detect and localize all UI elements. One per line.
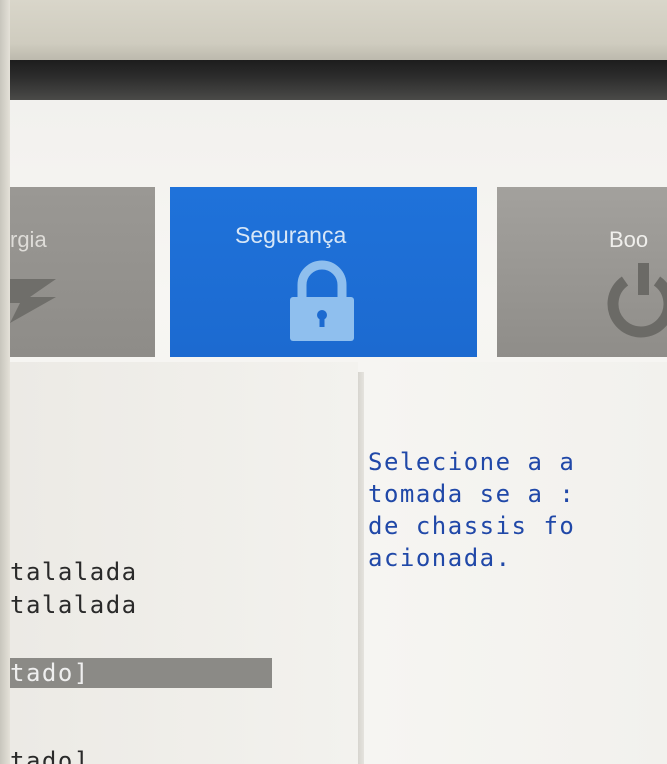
bios-screen: rgia Segurança Boo talalada talalada tad… — [10, 100, 667, 764]
help-text-line: tomada se a : — [368, 480, 576, 508]
tab-seguranca-label: Segurança — [235, 222, 347, 248]
settings-panel: talalada talalada tado] tado] — [10, 362, 358, 764]
help-text-line: de chassis fo — [368, 512, 576, 540]
tab-energia[interactable]: rgia — [10, 187, 155, 357]
setting-status-line: talalada — [10, 558, 138, 586]
selected-setting-value: tado] — [10, 659, 90, 687]
photo-frame-top — [10, 0, 667, 62]
lightning-bolt-icon — [10, 265, 60, 330]
setting-status-line: talalada — [10, 591, 138, 619]
selected-setting-field[interactable]: tado] — [10, 658, 272, 688]
help-text-line: acionada. — [368, 544, 512, 572]
tab-boot[interactable]: Boo — [497, 187, 667, 357]
tab-energia-label: rgia — [10, 227, 47, 252]
tab-seguranca[interactable]: Segurança — [170, 187, 477, 357]
power-icon — [597, 259, 667, 344]
lock-icon — [282, 255, 362, 350]
photo-frame-left — [0, 0, 10, 764]
setting-value-line: tado] — [10, 747, 90, 764]
tab-boot-label: Boo — [609, 227, 649, 252]
help-text-line: Selecione a a — [368, 448, 576, 476]
monitor-bezel — [10, 60, 667, 100]
help-panel: Selecione a a tomada se a : de chassis f… — [364, 362, 667, 764]
